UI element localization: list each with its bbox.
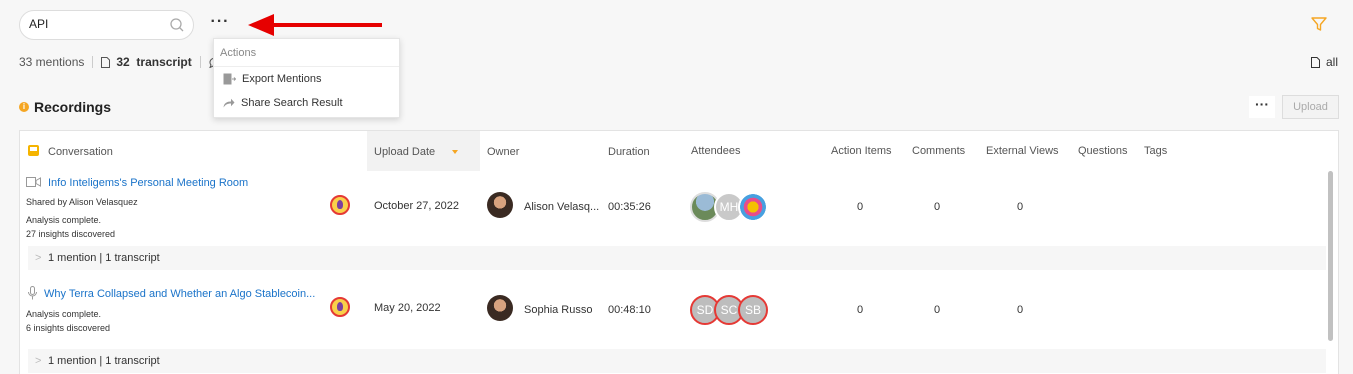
upload-date-cell: May 20, 2022: [374, 302, 441, 314]
transcript-count: 32: [116, 55, 130, 69]
owner-avatar: [487, 295, 513, 321]
mention-summary: 1 mention | 1 transcript: [48, 355, 160, 367]
table-scrollbar[interactable]: [1328, 171, 1333, 341]
share-search-result-item[interactable]: Share Search Result: [214, 91, 399, 115]
emoji-avatar: [330, 297, 350, 317]
owner-avatar: [487, 192, 513, 218]
chevron-right-icon: >: [35, 252, 42, 264]
header-comments[interactable]: Comments: [912, 145, 965, 157]
search-box[interactable]: [19, 10, 194, 40]
recordings-more-button[interactable]: ···: [1249, 96, 1275, 118]
duration-cell: 00:48:10: [608, 304, 651, 316]
document-icon: [1311, 56, 1320, 68]
microphone-icon: [28, 286, 37, 300]
comments-cell: 0: [934, 304, 941, 316]
actions-dropdown: Actions Export Mentions Share Search Res…: [213, 38, 400, 118]
analysis-status: Analysis complete.: [26, 309, 102, 319]
export-icon: [223, 73, 236, 85]
external-views-cell: 0: [1017, 201, 1024, 213]
all-filter-link[interactable]: all: [1311, 55, 1338, 69]
video-icon: [26, 177, 41, 187]
red-arrow-annotation: [248, 14, 382, 36]
share-icon: [223, 98, 235, 108]
conversation-title-link[interactable]: Why Terra Collapsed and Whether an Algo …: [44, 288, 315, 300]
shared-by-text: Shared by Alison Velasquez: [26, 197, 138, 207]
all-label: all: [1326, 55, 1339, 69]
sort-desc-icon[interactable]: [452, 150, 458, 154]
header-owner[interactable]: Owner: [487, 146, 519, 158]
insights-count: 6 insights discovered: [26, 323, 111, 333]
share-search-result-label: Share Search Result: [241, 97, 343, 109]
export-mentions-label: Export Mentions: [242, 73, 322, 85]
export-mentions-item[interactable]: Export Mentions: [214, 67, 399, 91]
conversation-title-link[interactable]: Info Inteligems's Personal Meeting Room: [48, 177, 248, 189]
upload-date-cell: October 27, 2022: [374, 200, 460, 212]
comments-cell: 0: [934, 201, 941, 213]
recordings-title: Recordings: [34, 99, 112, 115]
header-external-views[interactable]: External Views: [986, 145, 1059, 157]
external-views-cell: 0: [1017, 304, 1024, 316]
analysis-status: Analysis complete.: [26, 215, 102, 225]
mentions-summary: 33 mentions 32 transcript: [19, 55, 220, 69]
header-conversation[interactable]: Conversation: [48, 146, 113, 158]
header-attendees[interactable]: Attendees: [691, 145, 741, 157]
duration-cell: 00:35:26: [608, 201, 651, 213]
owner-name: Sophia Russo: [524, 304, 593, 316]
header-tags[interactable]: Tags: [1144, 145, 1167, 157]
owner-name: Alison Velasq...: [524, 201, 600, 213]
header-action-items[interactable]: Action Items: [831, 145, 892, 157]
chevron-right-icon: >: [35, 355, 42, 367]
recordings-table: Conversation Upload Date Owner Duration …: [19, 130, 1339, 374]
mention-expand-row[interactable]: > 1 mention | 1 transcript: [28, 246, 1326, 270]
recordings-heading: i Recordings: [19, 99, 111, 115]
attendee-avatar: SB: [738, 295, 768, 325]
more-actions-button[interactable]: ···: [210, 14, 230, 34]
document-icon: [101, 56, 111, 68]
action-items-cell: 0: [857, 201, 864, 213]
header-duration[interactable]: Duration: [608, 146, 650, 158]
search-input[interactable]: [29, 17, 159, 31]
transcript-label: transcript: [136, 55, 192, 69]
insights-count: 27 insights discovered: [26, 229, 116, 239]
header-questions[interactable]: Questions: [1078, 145, 1128, 157]
mention-summary: 1 mention | 1 transcript: [48, 252, 160, 264]
upload-button[interactable]: Upload: [1282, 95, 1339, 119]
mention-expand-row[interactable]: > 1 mention | 1 transcript: [28, 349, 1326, 373]
filter-icon[interactable]: [1311, 17, 1327, 31]
action-items-cell: 0: [857, 304, 864, 316]
dropdown-header: Actions: [214, 39, 399, 67]
emoji-avatar: [330, 195, 350, 215]
attendee-avatar: [738, 192, 768, 222]
search-icon[interactable]: [169, 17, 185, 33]
mentions-count: 33 mentions: [19, 55, 85, 69]
header-upload-date[interactable]: Upload Date: [374, 146, 435, 158]
info-icon[interactable]: i: [19, 102, 29, 112]
column-picker-icon[interactable]: [28, 145, 39, 156]
